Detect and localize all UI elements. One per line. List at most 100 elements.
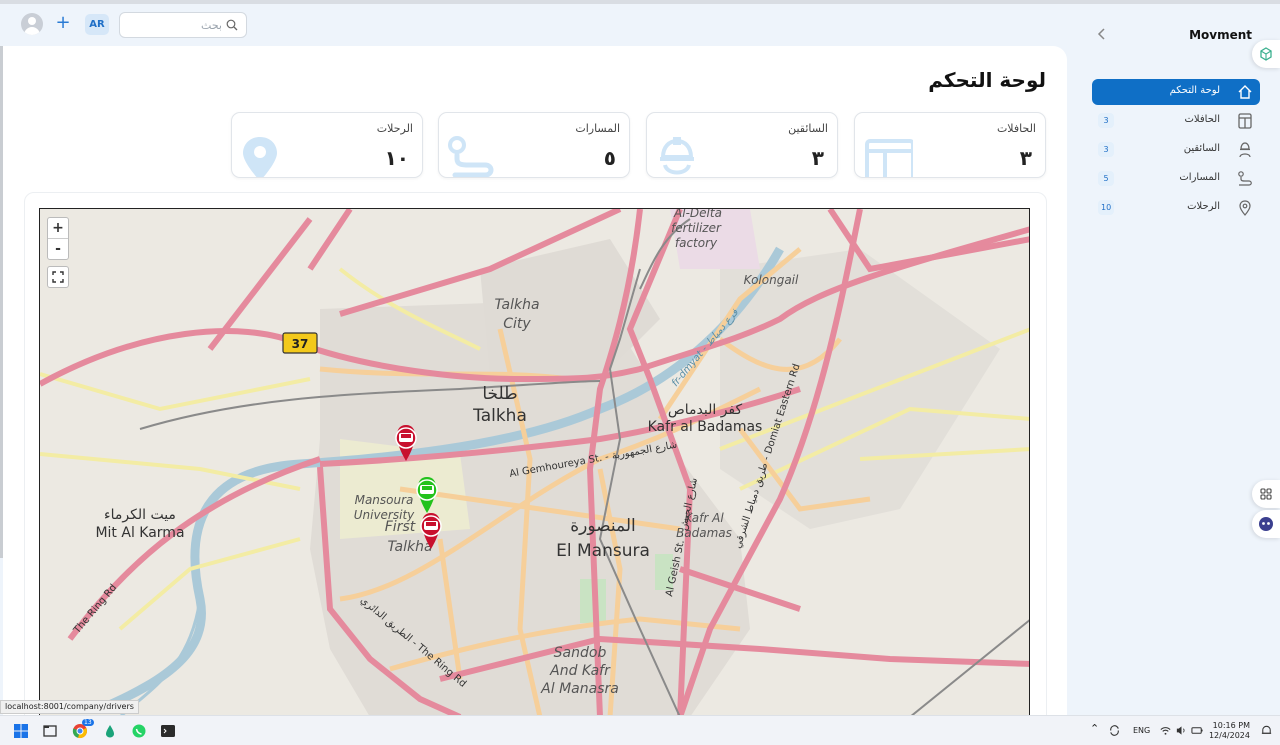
status-url-tooltip: localhost:8001/company/drivers [0, 700, 139, 714]
extension-dock-button[interactable] [1252, 40, 1280, 68]
map-tiles: 37 Al-Delta fertilizer factory Kolongail… [40, 209, 1029, 715]
search-icon [226, 19, 238, 31]
cube-icon [1260, 47, 1272, 61]
driver-icon [1239, 142, 1251, 158]
fullscreen-button[interactable] [47, 266, 69, 288]
assistant-dock-button[interactable] [1252, 510, 1280, 538]
map-label: Al-Delta [673, 209, 722, 220]
brand-name: Movment [1189, 28, 1252, 42]
sidebar: Movment لوحة التحكم الحافلات 3 السائقين … [1068, 4, 1280, 715]
language-switch-button[interactable]: AR [85, 14, 109, 35]
stat-card-trips[interactable]: الرحلات ١٠ [231, 112, 423, 178]
sidebar-item-label: لوحة التحكم [1169, 85, 1220, 96]
stat-label: الرحلات [376, 122, 413, 135]
location-pin-icon [243, 137, 277, 177]
sidebar-item-label: الحافلات [1184, 114, 1221, 125]
sidebar-item-label: السائقين [1183, 143, 1220, 154]
stat-label: المسارات [575, 122, 620, 135]
zoom-in-button[interactable]: + [48, 218, 68, 239]
stat-value: ١٠ [384, 146, 409, 170]
page-title: لوحة التحكم [928, 68, 1046, 92]
add-button[interactable]: + [53, 14, 73, 34]
map-label: factory [675, 236, 718, 250]
assistant-icon [1259, 517, 1273, 531]
sidebar-item-dashboard[interactable]: لوحة التحكم [1092, 79, 1260, 105]
map-label: Talkha [472, 406, 527, 426]
location-pin-icon [1239, 200, 1251, 216]
map-label: Kafr al Badamas [648, 419, 763, 435]
chevron-left-icon[interactable] [1096, 27, 1108, 41]
stat-value: ٣ [1019, 146, 1032, 170]
sidebar-item-trips[interactable]: الرحلات 10 [1092, 195, 1260, 221]
main-content: لوحة التحكم الرحلات ١٠ المسارات ٥ السائق… [3, 46, 1067, 745]
map-label: كفر البدماص [668, 402, 743, 418]
stats-row: الرحلات ١٠ المسارات ٥ السائقين ٣ الحافلا… [231, 112, 1047, 178]
tray-chevron-up-icon[interactable]: ⌃ [1090, 722, 1099, 735]
count-badge: 3 [1098, 142, 1114, 157]
search-input[interactable] [126, 16, 222, 34]
zoom-control: + - [47, 217, 69, 260]
taskbar: 13 ⌃ ENG 10:16 PM 12/4/2024 [0, 715, 1280, 745]
map-label: fertilizer [671, 221, 722, 235]
sidebar-item-drivers[interactable]: السائقين 3 [1092, 137, 1260, 163]
wifi-icon[interactable] [1159, 724, 1172, 737]
sidebar-item-label: المسارات [1179, 172, 1220, 183]
zoom-out-button[interactable]: - [48, 239, 68, 260]
user-avatar[interactable] [21, 13, 43, 35]
fullscreen-icon [52, 271, 64, 283]
apps-dock-button[interactable] [1252, 480, 1280, 508]
terminal-icon[interactable] [160, 723, 176, 739]
driver-icon [660, 137, 694, 175]
map-label: ميت الكرماء [104, 507, 176, 523]
map-label: Kolongail [744, 273, 799, 287]
map-label: Mansoura [355, 493, 414, 507]
map-label: Sandob [554, 645, 607, 661]
chrome-badge: 13 [82, 719, 94, 726]
grid-icon [1260, 488, 1272, 500]
home-icon [1238, 85, 1252, 99]
map-label: El Mansura [556, 541, 650, 561]
whatsapp-icon[interactable] [131, 723, 147, 739]
map-view[interactable]: 37 Al-Delta fertilizer factory Kolongail… [39, 208, 1030, 716]
stat-card-routes[interactable]: المسارات ٥ [438, 112, 630, 178]
map-label: Talkha [387, 539, 432, 555]
file-explorer-icon[interactable] [42, 723, 58, 739]
system-clock[interactable]: 10:16 PM 12/4/2024 [1209, 721, 1250, 741]
windows-start-icon[interactable] [13, 723, 29, 739]
language-indicator[interactable]: ENG [1133, 726, 1150, 735]
battery-icon[interactable] [1191, 724, 1204, 737]
bus-icon [1238, 113, 1252, 129]
top-bar: + AR [0, 4, 1068, 46]
stat-label: السائقين [788, 122, 828, 135]
route-icon [1238, 171, 1252, 186]
volume-icon[interactable] [1175, 724, 1188, 737]
highway-shield-label: 37 [292, 337, 309, 351]
stat-value: ٥ [603, 146, 616, 170]
sidebar-item-label: الرحلات [1187, 201, 1220, 212]
map-label: City [503, 316, 531, 332]
sidebar-item-buses[interactable]: الحافلات 3 [1092, 108, 1260, 134]
map-label: المنصورة [570, 516, 636, 536]
clock-date: 12/4/2024 [1208, 731, 1250, 740]
sidebar-item-routes[interactable]: المسارات 5 [1092, 166, 1260, 192]
clock-time: 10:16 PM [1212, 721, 1250, 730]
count-badge: 10 [1098, 200, 1115, 215]
stat-card-buses[interactable]: الحافلات ٣ [854, 112, 1046, 178]
map-label: Talkha [494, 297, 539, 313]
map-label: And Kafr [549, 663, 611, 679]
map-label: First [385, 519, 416, 535]
map-label: Mit Al Karma [95, 525, 184, 541]
search-box [119, 12, 247, 38]
bus-icon [865, 139, 913, 177]
route-icon [448, 136, 494, 177]
stat-label: الحافلات [996, 122, 1036, 135]
count-badge: 3 [1098, 113, 1114, 128]
count-badge: 5 [1098, 171, 1114, 186]
map-label: طلخا [482, 384, 517, 404]
stat-value: ٣ [811, 146, 824, 170]
notification-bell-icon[interactable] [1260, 724, 1273, 737]
sync-icon[interactable] [1108, 724, 1121, 737]
stat-card-drivers[interactable]: السائقين ٣ [646, 112, 838, 178]
drop-app-icon[interactable] [102, 723, 118, 739]
map-label: Al Manasra [540, 681, 619, 697]
